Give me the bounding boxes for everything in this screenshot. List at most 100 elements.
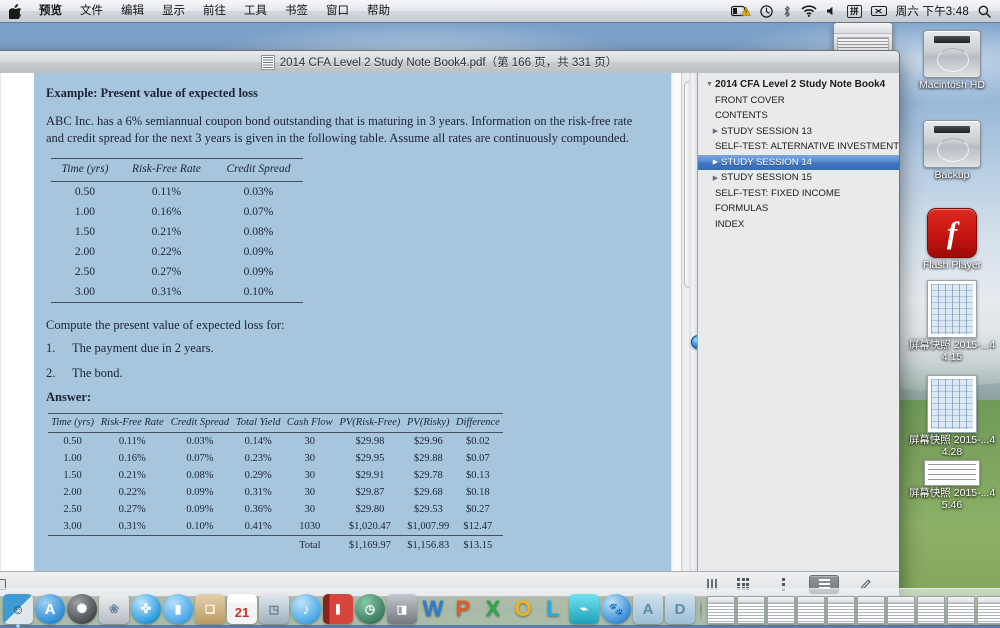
disclosure-triangle-down-icon[interactable]: ▼ — [704, 81, 715, 88]
menu-item-edit[interactable]: 编辑 — [112, 0, 153, 22]
desktop-icon-macintosh-hd[interactable]: Macintosh HD — [906, 30, 998, 92]
menu-item-go[interactable]: 前往 — [194, 0, 235, 22]
cell: 0.16% — [118, 453, 146, 464]
cell: 0.11% — [151, 185, 182, 198]
minimized-window[interactable] — [857, 596, 885, 624]
app-store-icon[interactable]: A — [35, 594, 65, 624]
minimized-window[interactable] — [707, 596, 735, 624]
cell: 0.31% — [151, 285, 182, 298]
window-title: 2014 CFA Level 2 Study Note Book4.pdf（第 … — [279, 57, 618, 69]
cell: 0.09% — [243, 265, 274, 278]
menu-item-preview[interactable]: 预览 — [30, 0, 71, 22]
lync-icon[interactable]: L — [539, 594, 567, 624]
volume-icon[interactable] — [826, 0, 838, 22]
dashboard-icon[interactable]: ◷ — [355, 594, 385, 624]
wifi-icon[interactable] — [801, 0, 817, 22]
pane-splitter-knob[interactable] — [691, 335, 697, 349]
desktop-icon-backup[interactable]: Backup — [906, 120, 998, 182]
minimized-window[interactable] — [917, 596, 945, 624]
mission-control-icon[interactable]: ◨ — [387, 594, 417, 624]
cell: 0.50 — [74, 185, 96, 198]
minimized-window[interactable] — [737, 596, 765, 624]
minimized-window[interactable] — [767, 596, 795, 624]
minimized-window[interactable] — [827, 596, 855, 624]
adobe-indesign-icon[interactable]: D — [665, 594, 695, 624]
system-preferences-icon[interactable]: ✺ — [67, 594, 97, 624]
menu-item-file[interactable]: 文件 — [71, 0, 112, 22]
outline-item-index[interactable]: INDEX — [698, 217, 899, 233]
dock[interactable]: ☺ A ✺ ❀ ✜ ▮ ❏ 21 ◳ ♪ ❚ ◷ ◨ W P X O L ⌁ 🐾… — [0, 588, 1000, 628]
menu-item-view[interactable]: 显示 — [153, 0, 194, 22]
outline-item-label: INDEX — [715, 218, 745, 230]
column-header: PV(Risky) — [407, 416, 450, 428]
outlook-icon[interactable]: O — [509, 594, 537, 624]
menu-item-tools[interactable]: 工具 — [235, 0, 276, 22]
cell: $12.47 — [463, 521, 493, 532]
table-row: 0.50 0.11% 0.03% 0.14% 30 $29.98 $29.96 … — [48, 433, 503, 451]
minimized-window[interactable] — [977, 596, 1000, 624]
cell — [167, 536, 232, 556]
desktop-icon-label: Backup — [934, 169, 970, 181]
outline-item-study-session-13[interactable]: ▶ STUDY SESSION 13 — [698, 124, 899, 140]
contacts-icon[interactable]: ❏ — [195, 594, 225, 624]
desktop-icon-screenshot-3[interactable]: 屏幕快照 2015-...45.46 — [906, 460, 998, 511]
photos-icon[interactable]: ◳ — [259, 594, 289, 624]
cell: 0.16% — [151, 205, 182, 218]
outline-item-contents[interactable]: CONTENTS — [698, 108, 899, 124]
outline-item-label: SELF-TEST: ALTERNATIVE INVESTMENTS — [715, 141, 899, 153]
apple-menu[interactable] — [0, 3, 30, 19]
ibooks-icon[interactable]: ❚ — [323, 594, 353, 624]
search-icon[interactable] — [978, 0, 991, 22]
minimized-window[interactable] — [887, 596, 915, 624]
outline-sidebar[interactable]: ▼ 2014 CFA Level 2 Study Note Book4 FRON… — [698, 73, 899, 596]
outline-item-study-session-15[interactable]: ▶ STUDY SESSION 15 — [698, 170, 899, 186]
outline-item-front-cover[interactable]: FRONT COVER — [698, 93, 899, 109]
window-body: Example: Present value of expected loss … — [0, 73, 899, 596]
word-icon[interactable]: W — [419, 594, 447, 624]
cell: 0.36% — [244, 504, 272, 515]
outline-item-self-test-fixed-income[interactable]: SELF-TEST: FIXED INCOME — [698, 186, 899, 202]
desktop-icon-screenshot-2[interactable]: 屏幕快照 2015-...44.28 — [906, 375, 998, 458]
itunes-icon[interactable]: ♪ — [291, 594, 321, 624]
cell: $29.98 — [355, 436, 385, 447]
thunder-icon[interactable]: ⌁ — [569, 594, 599, 624]
outline-item-root[interactable]: ▼ 2014 CFA Level 2 Study Note Book4 — [698, 77, 899, 93]
outline-item-self-test-alternative-investments[interactable]: SELF-TEST: ALTERNATIVE INVESTMENTS — [698, 139, 899, 155]
baidu-icon[interactable]: 🐾 — [601, 594, 631, 624]
iphoto-icon[interactable]: ❀ — [99, 594, 129, 624]
outline-item-label: SELF-TEST: FIXED INCOME — [715, 187, 841, 199]
safari-icon[interactable]: ✜ — [131, 594, 161, 624]
desktop-icon-screenshot-1[interactable]: 屏幕快照 2015-...44.15 — [906, 280, 998, 363]
disclosure-triangle-right-icon[interactable]: ▶ — [710, 127, 721, 135]
powerpoint-icon[interactable]: P — [449, 594, 477, 624]
outline-item-study-session-14[interactable]: ▶ STUDY SESSION 14 — [698, 154, 899, 170]
excel-icon[interactable]: X — [479, 594, 507, 624]
battery-warning-icon[interactable] — [731, 0, 751, 22]
column-header: Time (yrs) — [61, 163, 109, 175]
disclosure-triangle-right-icon[interactable]: ▶ — [710, 158, 721, 166]
menu-item-bookmarks[interactable]: 书签 — [276, 0, 317, 22]
pdf-prompt: Compute the present value of expected lo… — [46, 317, 285, 332]
outline-item-formulas[interactable]: FORMULAS — [698, 201, 899, 217]
input-source-icon[interactable] — [870, 0, 887, 22]
pdf-page-pane[interactable]: Example: Present value of expected loss … — [0, 73, 698, 596]
minimized-window[interactable] — [947, 596, 975, 624]
facetime-icon[interactable]: ▮ — [163, 594, 193, 624]
time-machine-icon[interactable] — [760, 0, 773, 22]
menu-item-help[interactable]: 帮助 — [358, 0, 399, 22]
finder-icon[interactable]: ☺ — [3, 594, 33, 628]
disclosure-triangle-right-icon[interactable]: ▶ — [710, 174, 721, 182]
calendar-icon[interactable]: 21 — [227, 594, 257, 624]
menu-bar-clock[interactable]: 周六 下午3:48 — [896, 3, 969, 19]
hard-drive-icon — [923, 120, 981, 168]
desktop-icon-flash-player[interactable]: f Flash Player — [906, 208, 998, 272]
window-titlebar[interactable]: 2014 CFA Level 2 Study Note Book4.pdf（第 … — [0, 51, 899, 74]
preview-window[interactable]: 2014 CFA Level 2 Study Note Book4.pdf（第 … — [0, 50, 900, 597]
menu-item-window[interactable]: 窗口 — [317, 0, 358, 22]
adobe-acrobat-icon[interactable]: A — [633, 594, 663, 624]
bluetooth-icon[interactable] — [782, 0, 792, 22]
input-method-indicator[interactable]: 拼 — [847, 4, 862, 18]
minimized-window[interactable] — [797, 596, 825, 624]
cell: 30 — [304, 453, 316, 464]
pane-splitter[interactable] — [689, 73, 697, 572]
